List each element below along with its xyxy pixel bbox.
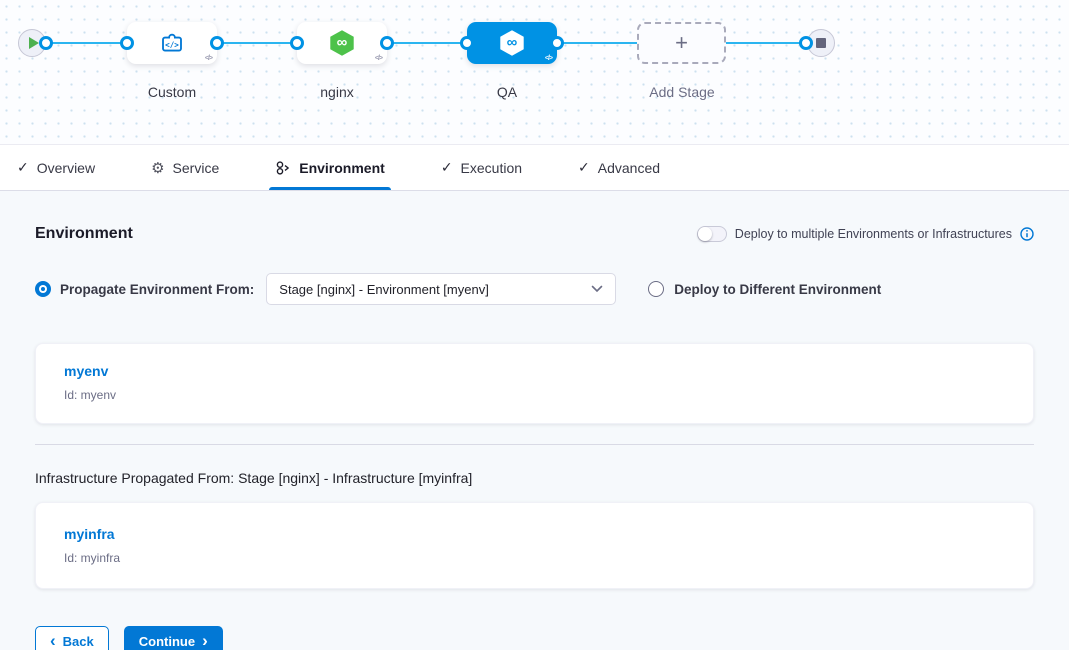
environment-tab-panel: Environment Deploy to multiple Environme… bbox=[0, 191, 1069, 650]
harness-deploy-icon: ∞ bbox=[499, 30, 525, 56]
port bbox=[380, 36, 394, 50]
radio-propagate-environment[interactable] bbox=[35, 281, 51, 297]
infrastructure-name-link[interactable]: myinfra bbox=[64, 526, 115, 542]
tab-overview[interactable]: ✓ Overview bbox=[15, 145, 97, 190]
propagate-stage-select-value: Stage [nginx] - Environment [myenv] bbox=[279, 282, 489, 297]
propagate-stage-select[interactable]: Stage [nginx] - Environment [myenv] bbox=[266, 273, 616, 305]
section-divider bbox=[35, 444, 1034, 445]
add-stage-button[interactable]: + bbox=[637, 22, 726, 64]
tab-label: Environment bbox=[299, 160, 385, 176]
stage-label-nginx: nginx bbox=[277, 84, 397, 100]
svg-text:</>: </> bbox=[165, 40, 179, 49]
code-view-badge: </> bbox=[205, 55, 212, 62]
tab-environment[interactable]: Environment bbox=[273, 145, 387, 190]
infrastructure-card: myinfra Id: myinfra bbox=[35, 502, 1034, 589]
stage-node-qa[interactable]: ∞ </> bbox=[467, 22, 557, 64]
port bbox=[460, 36, 474, 50]
port bbox=[799, 36, 813, 50]
infrastructure-propagated-heading: Infrastructure Propagated From: Stage [n… bbox=[35, 470, 1034, 486]
port bbox=[550, 36, 564, 50]
environment-id: Id: myenv bbox=[64, 388, 1005, 402]
port bbox=[39, 36, 53, 50]
infrastructure-id: Id: myinfra bbox=[64, 551, 1005, 565]
tab-label: Execution bbox=[461, 160, 522, 176]
environments-icon bbox=[275, 160, 291, 176]
tab-execution[interactable]: ✓ Execution bbox=[439, 145, 524, 190]
custom-stage-icon: </> bbox=[159, 30, 185, 56]
stop-icon bbox=[816, 38, 826, 48]
environment-card: myenv Id: myenv bbox=[35, 343, 1034, 424]
radio-deploy-different-environment[interactable] bbox=[648, 281, 664, 297]
tab-advanced[interactable]: ✓ Advanced bbox=[576, 145, 662, 190]
continue-button-label: Continue bbox=[139, 634, 195, 649]
propagate-environment-label: Propagate Environment From: bbox=[60, 282, 254, 297]
stage-node-nginx[interactable]: ∞ </> bbox=[297, 22, 387, 64]
stage-node-custom[interactable]: </> </> bbox=[127, 22, 217, 64]
stage-label-qa: QA bbox=[447, 84, 567, 100]
code-view-badge: </> bbox=[545, 55, 552, 62]
toggle-knob bbox=[698, 227, 712, 241]
port bbox=[290, 36, 304, 50]
multi-env-toggle-label: Deploy to multiple Environments or Infra… bbox=[735, 227, 1012, 241]
back-button[interactable]: ‹ Back bbox=[35, 626, 109, 650]
check-icon: ✓ bbox=[441, 159, 453, 176]
continue-button[interactable]: Continue › bbox=[124, 626, 223, 650]
wizard-footer: ‹ Back Continue › bbox=[35, 626, 1034, 650]
tab-service[interactable]: ⚙ Service bbox=[149, 145, 221, 190]
tab-label: Service bbox=[173, 160, 220, 176]
info-icon[interactable] bbox=[1020, 227, 1034, 241]
port bbox=[120, 36, 134, 50]
chevron-left-icon: ‹ bbox=[50, 632, 56, 649]
tab-label: Advanced bbox=[598, 160, 660, 176]
harness-deploy-icon: ∞ bbox=[329, 30, 355, 56]
pipeline-canvas: </> </> ∞ </> ∞ </> + Custom nginx QA Ad… bbox=[0, 0, 1069, 145]
gear-icon: ⚙ bbox=[151, 159, 164, 177]
code-view-badge: </> bbox=[375, 55, 382, 62]
plus-icon: + bbox=[675, 32, 688, 54]
back-button-label: Back bbox=[63, 634, 94, 649]
environment-name-link[interactable]: myenv bbox=[64, 363, 108, 379]
port bbox=[210, 36, 224, 50]
chevron-down-icon bbox=[591, 285, 603, 293]
stage-label-custom: Custom bbox=[112, 84, 232, 100]
play-icon bbox=[29, 37, 39, 49]
check-icon: ✓ bbox=[17, 159, 29, 176]
tab-label: Overview bbox=[37, 160, 95, 176]
check-icon: ✓ bbox=[578, 159, 590, 176]
deploy-different-environment-label: Deploy to Different Environment bbox=[674, 282, 881, 297]
stage-tabbar: ✓ Overview ⚙ Service Environment ✓ Execu… bbox=[0, 145, 1069, 191]
chevron-right-icon: › bbox=[202, 632, 208, 649]
multi-env-toggle[interactable] bbox=[697, 226, 727, 242]
page-title: Environment bbox=[35, 225, 133, 243]
active-tab-underline bbox=[269, 187, 391, 190]
stage-label-add-stage: Add Stage bbox=[622, 84, 742, 100]
